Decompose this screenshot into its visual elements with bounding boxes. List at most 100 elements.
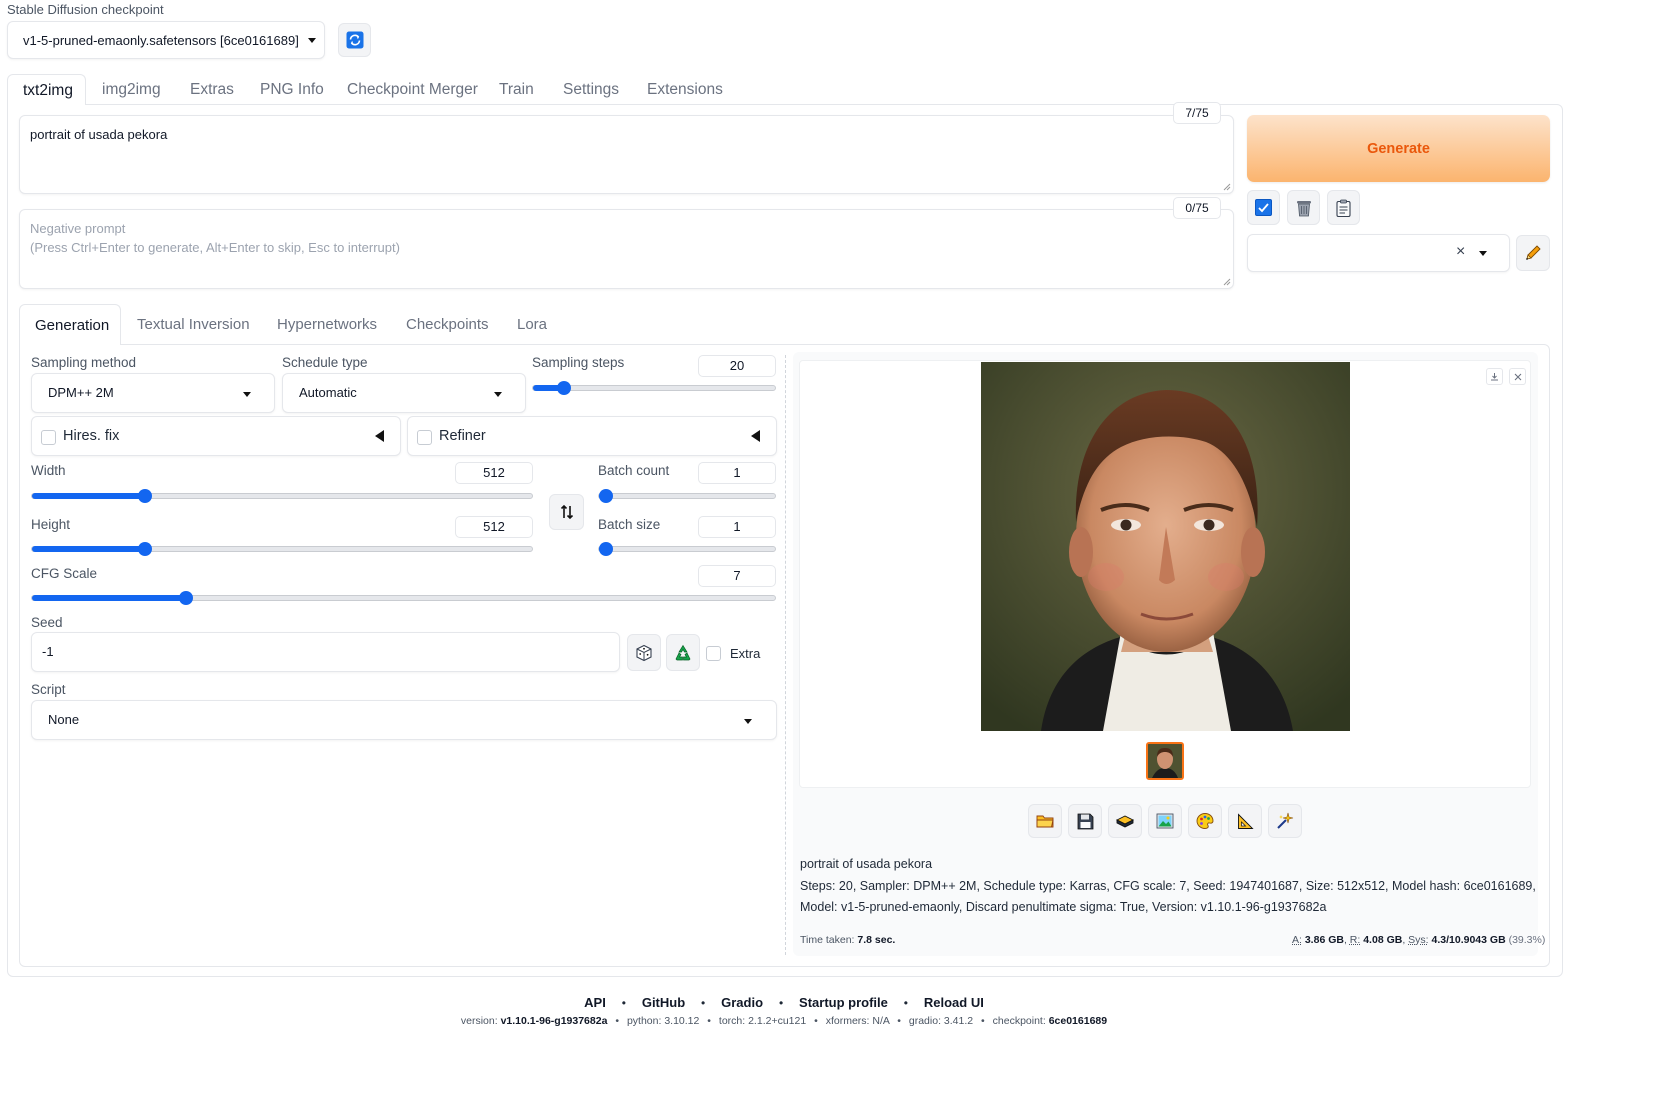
- sub-tab-bar: Generation Textual Inversion Hypernetwor…: [19, 304, 1550, 345]
- tab-png-info[interactable]: PNG Info: [260, 81, 324, 99]
- sampling-steps-slider[interactable]: [532, 381, 776, 395]
- open-folder-button[interactable]: [1028, 804, 1062, 838]
- zip-icon: [1116, 815, 1134, 828]
- clear-styles-icon[interactable]: ×: [1456, 243, 1465, 261]
- footer-link-startup-profile[interactable]: Startup profile: [799, 995, 888, 1010]
- generate-label: Generate: [1367, 140, 1430, 157]
- tab-checkpoints[interactable]: Checkpoints: [406, 316, 489, 333]
- footer-link-reload-ui[interactable]: Reload UI: [924, 995, 984, 1010]
- batch-count-label: Batch count: [598, 463, 670, 478]
- seed-input[interactable]: -1: [31, 632, 620, 672]
- slider-thumb[interactable]: [599, 489, 613, 503]
- tab-img2img[interactable]: img2img: [102, 81, 161, 99]
- tab-lora[interactable]: Lora: [517, 316, 547, 333]
- height-label: Height: [31, 517, 71, 532]
- tab-generation[interactable]: Generation: [19, 304, 121, 345]
- generated-image[interactable]: [981, 362, 1350, 731]
- extra-seed-checkbox[interactable]: [706, 646, 721, 661]
- tab-textual-inversion[interactable]: Textual Inversion: [137, 316, 250, 333]
- refiner-checkbox[interactable]: [417, 430, 432, 445]
- footer-links: API • GitHub • Gradio • Startup profile …: [0, 994, 1568, 1010]
- zip-button[interactable]: [1108, 804, 1142, 838]
- sparkle-button[interactable]: [1268, 804, 1302, 838]
- refresh-checkpoint-button[interactable]: [338, 23, 371, 57]
- seed-value: -1: [42, 644, 54, 659]
- apply-styles-button[interactable]: [1247, 190, 1280, 225]
- gradio-value: 3.41.2: [943, 1015, 974, 1027]
- batch-size-slider[interactable]: [598, 542, 776, 556]
- height-input[interactable]: 512: [455, 516, 533, 538]
- tab-txt2img[interactable]: txt2img: [7, 74, 86, 105]
- footer-versions: version: v1.10.1-96-g1937682a • python: …: [0, 1015, 1568, 1027]
- tab-hypernetworks[interactable]: Hypernetworks: [277, 316, 377, 333]
- slider-thumb[interactable]: [557, 381, 572, 395]
- save-button[interactable]: [1068, 804, 1102, 838]
- time-taken: Time taken: 7.8 sec.: [800, 934, 895, 946]
- edit-styles-button[interactable]: [1516, 235, 1550, 271]
- dice-icon: [636, 644, 652, 661]
- batch-count-slider[interactable]: [598, 489, 776, 503]
- paste-params-button[interactable]: [1327, 190, 1360, 225]
- random-seed-button[interactable]: [627, 634, 661, 671]
- generate-button[interactable]: Generate: [1247, 115, 1550, 182]
- tab-extras[interactable]: Extras: [190, 81, 234, 99]
- width-input[interactable]: 512: [455, 462, 533, 484]
- prompt-input[interactable]: portrait of usada pekora: [19, 115, 1234, 194]
- main-tab-bar: txt2img img2img Extras PNG Info Checkpoi…: [7, 74, 1563, 105]
- sampling-method-dropdown[interactable]: DPM++ 2M: [31, 373, 275, 413]
- slider-thumb[interactable]: [599, 542, 613, 556]
- collapse-arrow-icon[interactable]: [375, 430, 384, 442]
- gallery-thumbnail[interactable]: [1146, 742, 1184, 780]
- script-dropdown[interactable]: None: [31, 700, 777, 740]
- sparkle-icon: [1277, 812, 1294, 829]
- prompt-token-counter: 7/75: [1173, 102, 1221, 124]
- tab-train[interactable]: Train: [499, 81, 534, 99]
- refresh-icon: [346, 31, 363, 49]
- time-taken-value: 7.8 sec.: [857, 934, 896, 946]
- tab-checkpoint-merger[interactable]: Checkpoint Merger: [347, 81, 478, 99]
- column-divider: [785, 355, 786, 955]
- tab-settings[interactable]: Settings: [563, 81, 619, 99]
- height-slider[interactable]: [31, 542, 533, 556]
- footer-link-api[interactable]: API: [584, 995, 606, 1010]
- send-to-inpaint-button[interactable]: [1188, 804, 1222, 838]
- schedule-type-dropdown[interactable]: Automatic: [282, 373, 526, 413]
- checkpoint-dropdown[interactable]: v1-5-pruned-emaonly.safetensors [6ce0161…: [7, 21, 325, 59]
- collapse-arrow-icon[interactable]: [751, 430, 760, 442]
- send-to-img2img-button[interactable]: [1148, 804, 1182, 838]
- resize-handle-icon[interactable]: [1223, 278, 1231, 286]
- hires-fix-checkbox[interactable]: [41, 430, 56, 445]
- batch-size-input[interactable]: 1: [698, 516, 776, 538]
- footer-link-github[interactable]: GitHub: [642, 995, 685, 1010]
- cfg-scale-slider[interactable]: [31, 591, 776, 605]
- mem-sys-value: 4.3/10.9043 GB: [1431, 934, 1506, 946]
- swap-dimensions-button[interactable]: [549, 494, 584, 530]
- send-to-extras-button[interactable]: [1228, 804, 1262, 838]
- clear-prompt-button[interactable]: [1287, 190, 1320, 225]
- footer-separator: •: [897, 1015, 901, 1027]
- negative-prompt-input[interactable]: Negative prompt (Press Ctrl+Enter to gen…: [19, 209, 1234, 289]
- extra-seed-label: Extra: [730, 646, 761, 661]
- footer-link-gradio[interactable]: Gradio: [721, 995, 763, 1010]
- styles-dropdown[interactable]: ×: [1247, 234, 1510, 272]
- hires-fix-accordion[interactable]: Hires. fix: [31, 416, 401, 456]
- close-image-button[interactable]: [1509, 368, 1526, 385]
- tab-generation-label: Generation: [35, 317, 110, 334]
- chevron-down-icon: [494, 392, 502, 397]
- sampling-method-label: Sampling method: [31, 355, 137, 370]
- tab-extensions[interactable]: Extensions: [647, 81, 723, 99]
- resize-handle-icon[interactable]: [1223, 183, 1231, 191]
- sampling-steps-input[interactable]: 20: [698, 355, 776, 377]
- python-value: 3.10.12: [664, 1015, 700, 1027]
- reuse-seed-button[interactable]: [666, 634, 700, 671]
- cfg-scale-input[interactable]: 7: [698, 565, 776, 587]
- folder-icon: [1036, 815, 1054, 828]
- chevron-down-icon: [307, 37, 316, 43]
- script-label: Script: [31, 682, 66, 697]
- clipboard-icon: [1336, 199, 1351, 217]
- refiner-accordion[interactable]: Refiner: [407, 416, 777, 456]
- batch-count-input[interactable]: 1: [698, 462, 776, 484]
- width-slider[interactable]: [31, 489, 533, 503]
- image-gallery: [799, 360, 1531, 788]
- download-button[interactable]: [1486, 368, 1503, 385]
